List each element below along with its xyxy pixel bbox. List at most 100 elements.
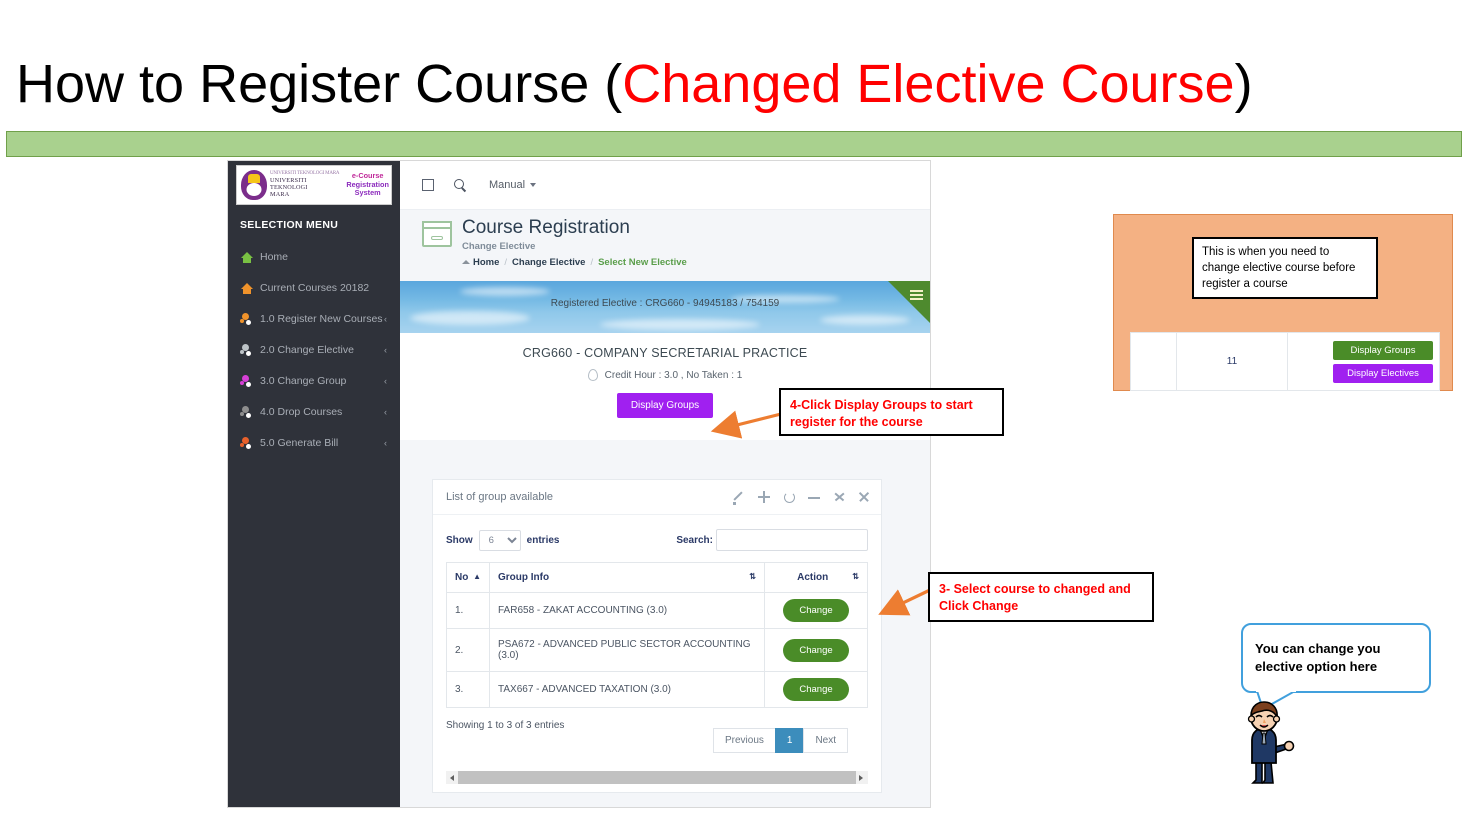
refresh-icon[interactable] xyxy=(783,491,795,503)
search-input[interactable] xyxy=(716,529,868,551)
fullscreen-icon[interactable] xyxy=(422,179,434,191)
callout-3-prefix: 3- Select course to changed and Click xyxy=(939,582,1131,613)
callout-4-prefix: 4-Click xyxy=(790,398,835,412)
change-button[interactable]: Change xyxy=(783,638,849,662)
brand-logo: UNIVERSITI TEKNOLOGI MARA UNIVERSITI TEK… xyxy=(236,165,392,205)
change-button[interactable]: Change xyxy=(783,599,849,622)
inset-display-electives-button[interactable]: Display Electives xyxy=(1333,363,1433,383)
sidebar-item-label: 5.0 Generate Bill xyxy=(260,436,339,449)
inset-table: 11 Display Groups Display Electives xyxy=(1130,332,1440,391)
inset-callout-text: This is when you need to change elective… xyxy=(1192,237,1378,299)
horizontal-scrollbar[interactable] xyxy=(446,771,868,784)
row-action-cell: Change xyxy=(764,671,868,708)
inset-table-actions: Display Groups Display Electives xyxy=(1288,333,1439,390)
panel-tools xyxy=(733,491,870,505)
home-icon xyxy=(240,281,254,295)
breadcrumb-item-select-new-elective: Select New Elective xyxy=(598,257,687,268)
column-header-no[interactable]: No ▲ xyxy=(446,562,490,593)
scroll-right-arrow-icon[interactable] xyxy=(856,771,868,784)
callout-step-3: 3- Select course to changed and Click Ch… xyxy=(928,572,1154,622)
close-icon[interactable] xyxy=(858,491,870,503)
table-header-row: No ▲ Group Info ⇅ Action ⇅ xyxy=(446,562,868,593)
pagination-next[interactable]: Next xyxy=(803,728,848,753)
expand-icon[interactable] xyxy=(833,491,845,503)
scroll-left-arrow-icon[interactable] xyxy=(446,771,458,784)
breadcrumb-item-home[interactable]: Home xyxy=(462,257,499,268)
scrollbar-thumb[interactable] xyxy=(458,771,856,784)
pagination: Previous 1 Next xyxy=(712,728,848,753)
row-group-info: PSA672 - ADVANCED PUBLIC SECTOR ACCOUNTI… xyxy=(489,628,765,672)
sidebar-item-3-0-change-group[interactable]: 3.0 Change Group ‹ xyxy=(228,365,400,396)
column-header-action[interactable]: Action ⇅ xyxy=(764,562,868,593)
app-screenshot: UNIVERSITI TEKNOLOGI MARA UNIVERSITI TEK… xyxy=(228,161,930,807)
column-header-group-info-label: Group Info xyxy=(498,572,550,583)
app-page-subtitle: Change Elective xyxy=(462,241,536,252)
home-base xyxy=(243,288,251,294)
callout-3-bold: Change xyxy=(972,599,1019,613)
row-action-cell: Change xyxy=(764,628,868,672)
sidebar-item-label: 2.0 Change Elective xyxy=(260,343,354,356)
title-text-highlight: Changed Elective Course xyxy=(622,54,1235,114)
callout-step-4: 4-Click Display Groups to start register… xyxy=(779,388,1004,436)
sidebar-item-label: 1.0 Register New Courses xyxy=(260,312,383,325)
sidebar-item-home[interactable]: Home xyxy=(228,241,400,272)
table-row: 3. TAX667 - ADVANCED TAXATION (3.0) Change xyxy=(446,671,868,708)
row-number: 3. xyxy=(446,671,490,708)
minimize-icon[interactable] xyxy=(808,491,820,503)
breadcrumb-item-change-elective[interactable]: Change Elective xyxy=(512,257,585,268)
system-line-3: System xyxy=(354,188,381,198)
row-group-info: TAX667 - ADVANCED TAXATION (3.0) xyxy=(489,671,765,708)
home-icon xyxy=(462,260,470,264)
sidebar-item-2-0-change-elective[interactable]: 2.0 Change Elective ‹ xyxy=(228,334,400,365)
manual-dropdown[interactable]: Manual xyxy=(489,179,537,191)
sidebar-item-1-0-register-new-courses[interactable]: 1.0 Register New Courses ‹ xyxy=(228,303,400,334)
sidebar-item-4-0-drop-courses[interactable]: 4.0 Drop Courses ‹ xyxy=(228,396,400,427)
topbar: Manual xyxy=(400,161,930,210)
chevron-left-icon: ‹ xyxy=(384,406,387,417)
table-footer: Showing 1 to 3 of 3 entries Previous 1 N… xyxy=(446,720,868,757)
change-button[interactable]: Change xyxy=(783,678,849,701)
credit-hour-text: Credit Hour : 3.0 , No Taken : 1 xyxy=(604,369,743,381)
sidebar-item-label: 4.0 Drop Courses xyxy=(260,405,343,418)
title-text-plain: How to Register Course ( xyxy=(16,54,623,114)
display-groups-button[interactable]: Display Groups xyxy=(616,393,714,418)
pagination-previous[interactable]: Previous xyxy=(712,728,776,753)
content-area: Manual Course Registration Change Electi… xyxy=(400,161,930,807)
course-name: CRG660 - COMPANY SECRETARIAL PRACTICE xyxy=(522,346,808,360)
search-icon[interactable] xyxy=(454,178,467,192)
pagination-page-1[interactable]: 1 xyxy=(774,728,805,753)
corner-ribbon[interactable] xyxy=(888,281,930,323)
scrollbar-track[interactable] xyxy=(458,771,856,784)
university-line-3: MARA xyxy=(270,190,290,198)
sort-icon: ⇅ xyxy=(852,572,859,581)
pencil-icon[interactable] xyxy=(733,491,745,505)
chevron-left-icon: ‹ xyxy=(384,437,387,448)
inset-table-cell-value: 11 xyxy=(1177,333,1288,390)
credit-hour-info: Credit Hour : 3.0 , No Taken : 1 xyxy=(400,360,930,381)
app-page-title: Course Registration xyxy=(462,217,630,238)
hamburger-icon[interactable] xyxy=(910,290,923,300)
entries-select[interactable]: 6102550100 xyxy=(478,529,521,551)
column-header-group-info[interactable]: Group Info ⇅ xyxy=(489,562,765,593)
bubble-icon xyxy=(240,312,254,326)
table-row: 2. PSA672 - ADVANCED PUBLIC SECTOR ACCOUN… xyxy=(446,628,868,672)
row-group-info: FAR658 - ZAKAT ACCOUNTING (3.0) xyxy=(489,592,765,629)
inset-display-groups-button[interactable]: Display Groups xyxy=(1333,340,1433,360)
decorative-green-band xyxy=(6,131,1462,157)
chevron-down-icon xyxy=(530,183,537,187)
column-header-no-label: No xyxy=(455,572,469,583)
group-table: No ▲ Group Info ⇅ Action ⇅ 1. FAR658 - Z… xyxy=(446,562,868,708)
bubble-icon xyxy=(240,343,254,357)
search-label: Search: xyxy=(676,534,713,546)
search-control: Search: xyxy=(676,529,868,551)
group-list-panel: List of group available Show 6102550100 … xyxy=(432,479,882,793)
bubble-icon xyxy=(240,405,254,419)
system-name: e-Course Registration System xyxy=(346,172,389,198)
sidebar-item-label: Home xyxy=(260,250,289,263)
move-icon[interactable] xyxy=(758,491,770,503)
chevron-left-icon: ‹ xyxy=(384,313,387,324)
sidebar-item-5-0-generate-bill[interactable]: 5.0 Generate Bill ‹ xyxy=(228,427,400,458)
manual-dropdown-label: Manual xyxy=(489,179,526,191)
chevron-left-icon: ‹ xyxy=(384,344,387,355)
sidebar-item-current-courses-20182[interactable]: Current Courses 20182 xyxy=(228,272,400,303)
